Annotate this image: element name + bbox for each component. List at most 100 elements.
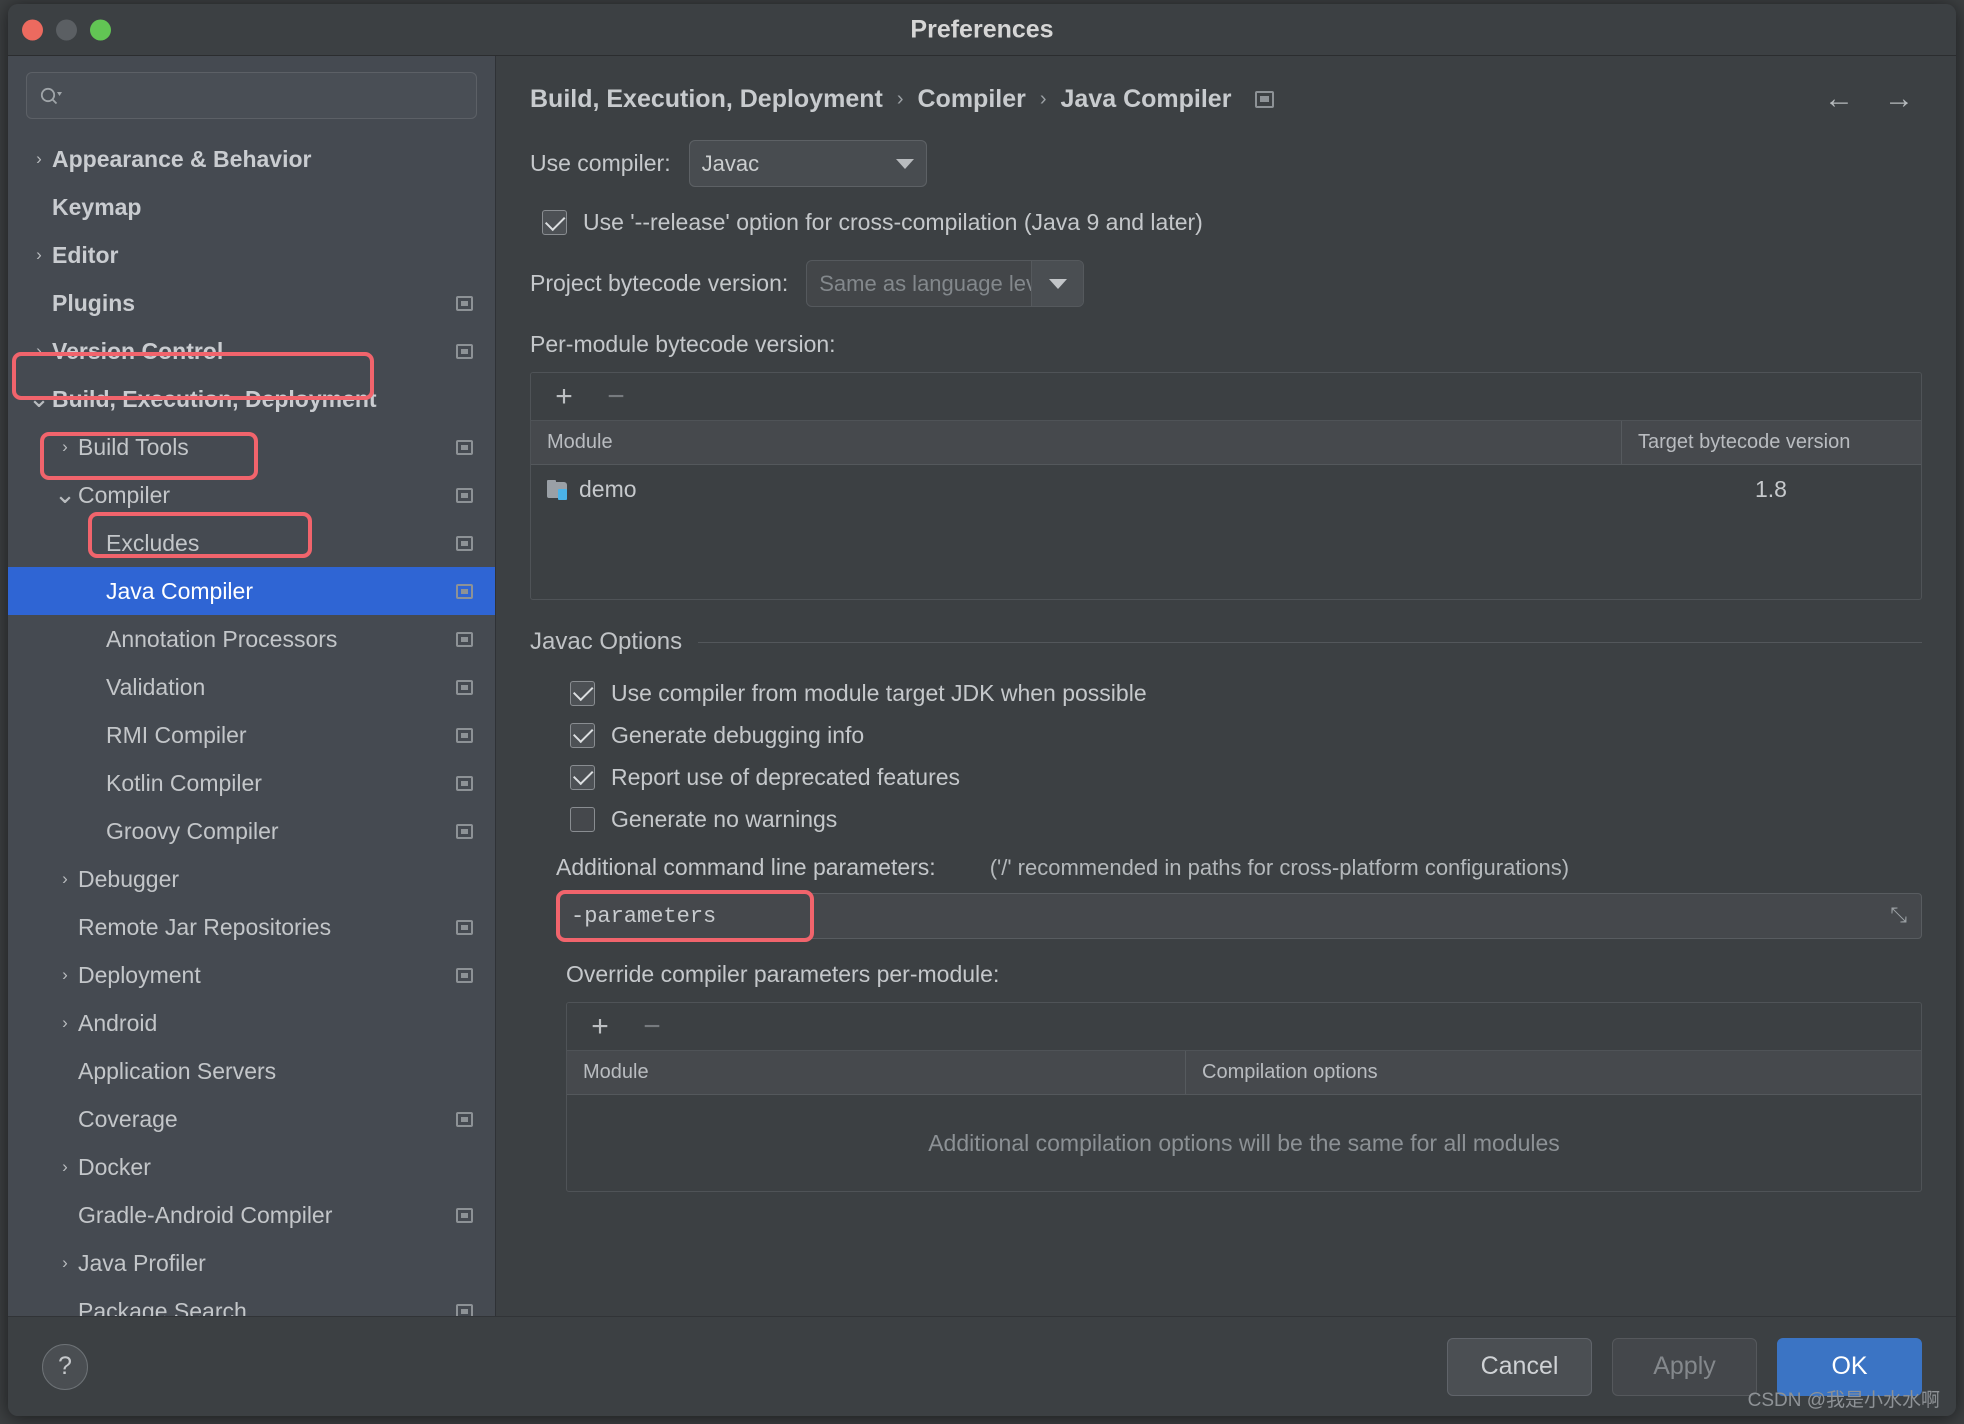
sidebar-item-deployment[interactable]: › Deployment bbox=[8, 951, 495, 999]
sidebar-item-label: RMI Compiler bbox=[106, 721, 247, 748]
breadcrumb-item-2: Java Compiler bbox=[1060, 84, 1232, 113]
project-scope-icon bbox=[456, 535, 473, 551]
breadcrumb-item-0[interactable]: Build, Execution, Deployment bbox=[530, 85, 883, 114]
help-button[interactable]: ? bbox=[42, 1343, 88, 1390]
javac-option-row[interactable]: Generate no warnings bbox=[570, 798, 1922, 840]
sidebar-item-kotlin-compiler[interactable]: Kotlin Compiler bbox=[8, 759, 495, 807]
javac-option-row[interactable]: Generate debugging info bbox=[570, 714, 1922, 756]
javac-option-row[interactable]: Report use of deprecated features bbox=[570, 756, 1922, 798]
sidebar-item-version-control[interactable]: › Version Control bbox=[8, 327, 495, 375]
sidebar-item-label: Coverage bbox=[78, 1105, 178, 1132]
per-module-section: Per-module bytecode version: + − Module … bbox=[530, 331, 1922, 600]
navigation-arrows: ← → bbox=[1824, 84, 1922, 114]
chevron-right-icon: › bbox=[62, 1157, 68, 1176]
project-scope-icon bbox=[456, 1111, 473, 1127]
settings-content: Use compiler: Javac Use '--release' opti… bbox=[496, 124, 1956, 1316]
additional-params-hint: ('/' recommended in paths for cross-plat… bbox=[989, 854, 1570, 880]
sidebar-item-gradle-android-compiler[interactable]: Gradle-Android Compiler bbox=[8, 1191, 495, 1239]
sidebar-item-label: Java Profiler bbox=[78, 1249, 206, 1276]
sidebar-item-coverage[interactable]: Coverage bbox=[8, 1095, 495, 1143]
breadcrumb: Build, Execution, Deployment › Compiler … bbox=[496, 56, 1956, 124]
project-bytecode-label: Project bytecode version: bbox=[530, 270, 789, 296]
sidebar-item-package-search[interactable]: Package Search bbox=[8, 1287, 495, 1316]
table-row[interactable]: demo 1.8 bbox=[531, 465, 1921, 513]
add-module-button[interactable]: + bbox=[551, 381, 577, 412]
sidebar-item-android[interactable]: › Android bbox=[8, 999, 495, 1047]
chevron-down-icon: ⌄ bbox=[28, 383, 50, 414]
release-option-checkbox[interactable] bbox=[542, 210, 567, 235]
sidebar-item-java-compiler[interactable]: Java Compiler bbox=[8, 567, 495, 615]
project-scope-icon bbox=[456, 919, 473, 935]
sidebar-item-build-tools[interactable]: › Build Tools bbox=[8, 423, 495, 471]
apply-button[interactable]: Apply bbox=[1612, 1337, 1757, 1396]
title-bar: Preferences bbox=[8, 4, 1956, 56]
sidebar-item-keymap[interactable]: Keymap bbox=[8, 183, 495, 231]
use-compiler-value: Javac bbox=[701, 150, 760, 176]
javac-option-checkbox[interactable] bbox=[570, 806, 595, 832]
sidebar-item-annotation-processors[interactable]: Annotation Processors bbox=[8, 615, 495, 663]
sidebar-item-label: Editor bbox=[52, 241, 119, 268]
column-header-target-bytecode: Target bytecode version bbox=[1621, 421, 1921, 464]
sidebar-item-appearance-behavior[interactable]: › Appearance & Behavior bbox=[8, 135, 495, 183]
javac-option-checkbox[interactable] bbox=[570, 764, 595, 790]
sidebar-item-label: Groovy Compiler bbox=[106, 817, 279, 844]
javac-option-row[interactable]: Use compiler from module target JDK when… bbox=[570, 672, 1922, 714]
sidebar-item-compiler[interactable]: ⌄ Compiler bbox=[8, 471, 495, 519]
project-scope-icon bbox=[456, 1303, 473, 1316]
column-header-compilation-options: Compilation options bbox=[1185, 1051, 1921, 1094]
javac-option-checkbox[interactable] bbox=[570, 722, 595, 748]
sidebar-item-plugins[interactable]: Plugins bbox=[8, 279, 495, 327]
window-title: Preferences bbox=[910, 15, 1054, 43]
remove-module-button[interactable]: − bbox=[603, 381, 629, 412]
remove-override-button[interactable]: − bbox=[639, 1011, 665, 1042]
sidebar-item-excludes[interactable]: Excludes bbox=[8, 519, 495, 567]
additional-params-input[interactable]: -parameters ⤡ bbox=[556, 893, 1922, 939]
back-arrow-icon[interactable]: ← bbox=[1824, 84, 1854, 114]
additional-params-field-wrap: -parameters ⤡ bbox=[530, 890, 1922, 942]
per-module-label: Per-module bytecode version: bbox=[530, 331, 836, 357]
module-target-bytecode: 1.8 bbox=[1755, 475, 1787, 502]
sidebar-item-rmi-compiler[interactable]: RMI Compiler bbox=[8, 711, 495, 759]
project-bytecode-row: Project bytecode version: Same as langua… bbox=[530, 260, 1922, 307]
sidebar-item-java-profiler[interactable]: › Java Profiler bbox=[8, 1239, 495, 1287]
sidebar-item-label: Validation bbox=[106, 673, 206, 700]
search-input[interactable] bbox=[69, 85, 464, 106]
sidebar-item-debugger[interactable]: › Debugger bbox=[8, 855, 495, 903]
sidebar-item-label: Docker bbox=[78, 1153, 151, 1180]
sidebar-item-application-servers[interactable]: Application Servers bbox=[8, 1047, 495, 1095]
use-compiler-dropdown[interactable]: Javac bbox=[688, 140, 927, 187]
chevron-right-icon: › bbox=[62, 1253, 68, 1272]
project-scope-icon bbox=[456, 1207, 473, 1223]
breadcrumb-separator: › bbox=[896, 87, 904, 110]
project-scope-icon bbox=[456, 487, 473, 503]
forward-arrow-icon[interactable]: → bbox=[1884, 84, 1914, 114]
cancel-button[interactable]: Cancel bbox=[1447, 1337, 1592, 1396]
chevron-right-icon: › bbox=[62, 437, 68, 456]
dialog-body: › Appearance & Behavior Keymap › Editor Plugi… bbox=[8, 56, 1956, 1316]
release-option-row[interactable]: Use '--release' option for cross-compila… bbox=[530, 209, 1922, 236]
javac-options-section-header: Javac Options bbox=[530, 628, 1922, 656]
sidebar-item-editor[interactable]: › Editor bbox=[8, 231, 495, 279]
javac-option-checkbox[interactable] bbox=[570, 680, 595, 706]
breadcrumb-item-1[interactable]: Compiler bbox=[918, 85, 1026, 114]
sidebar-item-groovy-compiler[interactable]: Groovy Compiler bbox=[8, 807, 495, 855]
javac-option-label: Report use of deprecated features bbox=[611, 763, 961, 790]
sidebar-item-label: Application Servers bbox=[78, 1057, 277, 1084]
sidebar-item-docker[interactable]: › Docker bbox=[8, 1143, 495, 1191]
override-params-section: Override compiler parameters per-module:… bbox=[530, 961, 1922, 1192]
additional-params-label: Additional command line parameters: bbox=[556, 854, 936, 880]
project-scope-icon bbox=[456, 823, 473, 839]
project-bytecode-value: Same as language level bbox=[819, 270, 1032, 296]
sidebar-item-remote-jar-repositories[interactable]: Remote Jar Repositories bbox=[8, 903, 495, 951]
search-box[interactable] bbox=[26, 72, 477, 119]
add-override-button[interactable]: + bbox=[587, 1011, 613, 1042]
project-scope-icon bbox=[456, 295, 473, 311]
sidebar-item-build-execution-deployment[interactable]: ⌄ Build, Execution, Deployment bbox=[8, 375, 495, 423]
release-option-label: Use '--release' option for cross-compila… bbox=[583, 209, 1203, 235]
project-bytecode-dropdown-button[interactable] bbox=[1031, 261, 1084, 306]
sidebar-item-validation[interactable]: Validation bbox=[8, 663, 495, 711]
project-scope-icon bbox=[456, 727, 473, 743]
search-container bbox=[8, 56, 495, 127]
expand-editor-icon[interactable]: ⤡ bbox=[1890, 904, 1907, 928]
project-bytecode-dropdown[interactable]: Same as language level bbox=[806, 260, 1085, 307]
